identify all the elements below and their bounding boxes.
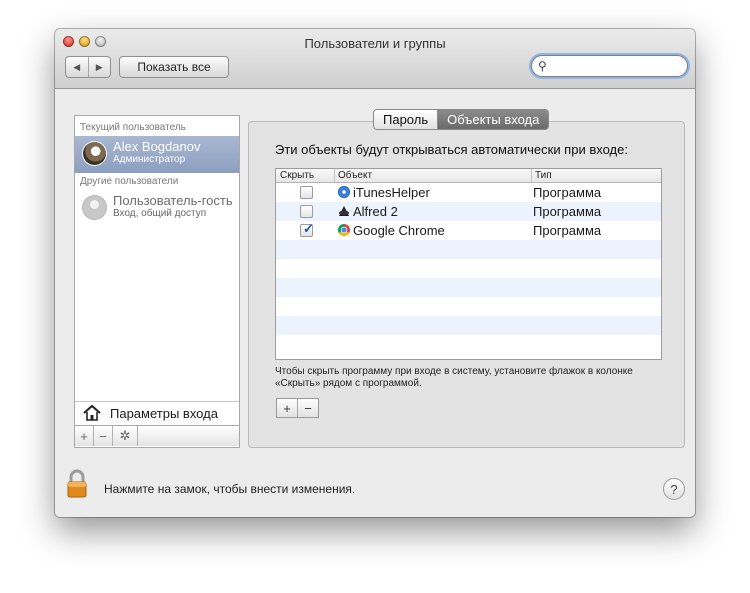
login-items-table: Скрыть Объект Тип iTunesHelper Программа… <box>275 168 662 360</box>
item-name: Google Chrome <box>353 223 445 238</box>
checkmark-icon: ✓ <box>303 221 314 236</box>
forward-button[interactable]: ▶ <box>89 57 111 77</box>
item-name: iTunesHelper <box>353 185 430 200</box>
item-name: Alfred 2 <box>353 204 398 219</box>
users-groups-window: Пользователи и группы ◀ ▶ Показать все ⚲… <box>55 29 695 517</box>
remove-login-item-button[interactable]: − <box>298 399 318 417</box>
table-row[interactable]: iTunesHelper Программа <box>276 183 661 202</box>
search-input[interactable]: ⚲ <box>531 55 688 77</box>
show-all-button[interactable]: Показать все <box>119 56 229 78</box>
user-item-alex-bogdanov[interactable]: Alex Bogdanov Администратор <box>75 136 239 173</box>
chrome-icon <box>338 224 350 236</box>
window-title: Пользователи и группы <box>304 36 446 51</box>
back-button[interactable]: ◀ <box>66 57 89 77</box>
empty-row <box>276 278 661 297</box>
guest-avatar <box>83 196 106 219</box>
eagle-avatar <box>83 142 106 165</box>
user-list-buttons: + − ✲ <box>75 425 239 446</box>
item-type: Программа <box>533 185 602 200</box>
alfred-icon <box>339 206 349 216</box>
current-user-header: Текущий пользователь <box>80 122 186 133</box>
gear-icon[interactable]: ✲ <box>113 426 138 446</box>
user-list-sidebar: Текущий пользователь Alex Bogdanov Админ… <box>74 115 240 448</box>
empty-row <box>276 316 661 335</box>
item-type: Программа <box>533 204 602 219</box>
user-name: Пользователь-гость <box>113 193 233 208</box>
lock-icon[interactable] <box>67 469 87 499</box>
user-name: Alex Bogdanov <box>113 139 201 154</box>
empty-row <box>276 240 661 259</box>
user-role: Вход, общий доступ <box>113 208 207 219</box>
login-options-item[interactable]: Параметры входа <box>75 401 239 424</box>
help-button[interactable]: ? <box>663 478 685 500</box>
hide-checkbox[interactable] <box>300 186 313 199</box>
tab-bar: Пароль Объекты входа <box>373 109 550 130</box>
lock-message: Нажмите на замок, чтобы внести изменения… <box>104 482 356 496</box>
hide-hint-text: Чтобы скрыть программу при входе в систе… <box>275 366 633 389</box>
table-row[interactable]: ✓ Google Chrome Программа <box>276 221 661 240</box>
add-login-item-button[interactable]: + <box>277 399 298 417</box>
nav-back-forward: ◀ ▶ <box>65 56 111 78</box>
titlebar: Пользователи и группы ◀ ▶ Показать все ⚲ <box>55 29 695 89</box>
login-items-buttons: + − <box>276 398 319 418</box>
column-header-hide[interactable]: Скрыть <box>276 169 335 182</box>
user-item-guest[interactable]: Пользователь-гость Вход, общий доступ <box>75 190 239 227</box>
empty-row <box>276 297 661 316</box>
login-options-label: Параметры входа <box>110 406 218 421</box>
hide-checkbox[interactable]: ✓ <box>300 221 314 237</box>
table-header: Скрыть Объект Тип <box>276 169 661 183</box>
house-icon <box>83 404 101 421</box>
table-row[interactable]: Alfred 2 Программа <box>276 202 661 221</box>
tab-password[interactable]: Пароль <box>374 110 439 129</box>
search-icon: ⚲ <box>538 59 547 73</box>
remove-user-button[interactable]: − <box>94 426 113 446</box>
login-items-heading: Эти объекты будут открываться автоматиче… <box>275 142 628 157</box>
empty-row <box>276 259 661 278</box>
other-users-header: Другие пользователи <box>80 176 179 187</box>
column-header-item[interactable]: Объект <box>334 169 532 182</box>
user-role: Администратор <box>113 154 186 165</box>
add-user-button[interactable]: + <box>75 426 94 446</box>
column-header-type[interactable]: Тип <box>531 169 661 182</box>
empty-row <box>276 335 661 354</box>
itunes-icon <box>338 186 350 198</box>
item-type: Программа <box>533 223 602 238</box>
tab-login-items[interactable]: Объекты входа <box>438 110 549 129</box>
hide-checkbox[interactable] <box>300 205 313 218</box>
